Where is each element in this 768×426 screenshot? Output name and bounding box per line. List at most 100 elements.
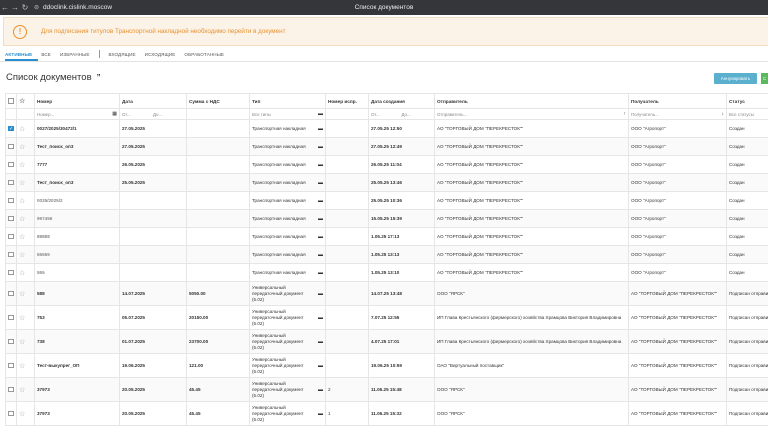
row-checkbox[interactable] [8, 291, 14, 297]
document-icon[interactable]: ▬ [318, 252, 323, 258]
row-checkbox[interactable] [8, 252, 14, 258]
col-fix-number[interactable]: Номер испр. [326, 94, 369, 109]
star-icon[interactable]: ☆ [19, 315, 25, 322]
annul-button[interactable]: Аннулировать [714, 73, 757, 84]
table-row[interactable]: ☆997456Транспортная накладная▬15.05.25 1… [6, 210, 768, 228]
star-icon[interactable]: ☆ [19, 411, 25, 418]
status-filter[interactable]: Все статусы [727, 109, 768, 120]
star-icon[interactable]: ☆ [19, 270, 25, 277]
calendar-icon[interactable]: ▦ [112, 111, 117, 117]
forward-icon[interactable]: → [10, 3, 20, 12]
star-icon[interactable]: ☆ [19, 291, 25, 298]
star-icon[interactable]: ☆ [19, 387, 25, 394]
arrow-up-icon[interactable]: ↑ [624, 111, 627, 117]
sender-filter[interactable]: Отправитель...↑ [435, 109, 629, 120]
tab-all[interactable]: Все [41, 52, 51, 57]
row-checkbox[interactable] [8, 216, 14, 222]
arrow-down-icon[interactable]: ↓ [722, 111, 725, 117]
table-row[interactable]: ☆555Транспортная накладная▬1.05.25 13:10… [6, 264, 768, 282]
star-icon[interactable]: ☆ [19, 98, 25, 105]
star-icon[interactable]: ☆ [19, 144, 25, 151]
document-icon[interactable]: ▬ [318, 162, 323, 168]
col-created[interactable]: Дата создания [369, 94, 435, 109]
star-icon[interactable]: ☆ [19, 234, 25, 241]
star-icon[interactable]: ☆ [19, 216, 25, 223]
address-bar[interactable]: ddoclink.cislink.moscow [43, 4, 112, 11]
row-checkbox[interactable] [8, 387, 14, 393]
tab-outgoing[interactable]: Исходящие [145, 52, 176, 57]
document-icon[interactable]: ▬ [318, 234, 323, 240]
star-icon[interactable]: ☆ [19, 198, 25, 205]
document-icon[interactable]: ▬ [318, 315, 323, 321]
document-icon[interactable]: ▬ [318, 180, 323, 186]
created-filter[interactable]: От...До... [369, 109, 435, 120]
table-row[interactable]: ☆777726.05.2025Транспортная накладная▬26… [6, 156, 768, 174]
col-status[interactable]: Статус [727, 94, 768, 109]
row-checkbox[interactable] [8, 411, 14, 417]
table-row[interactable]: ☆3797320.05.202545.45Универсальный перед… [6, 378, 768, 402]
row-checkbox[interactable] [8, 363, 14, 369]
col-sender[interactable]: Отправитель [435, 94, 629, 109]
number-filter[interactable]: Номер...▦ [35, 109, 120, 120]
document-icon[interactable]: ▬ [318, 363, 323, 369]
fix-filter[interactable] [326, 109, 369, 120]
site-info-icon[interactable]: ⊜ [34, 4, 39, 11]
document-icon[interactable]: ▬ [318, 198, 323, 204]
row-checkbox[interactable] [8, 198, 14, 204]
row-checkbox[interactable] [8, 315, 14, 321]
col-number[interactable]: Номер [35, 94, 120, 109]
col-receiver[interactable]: Получатель [629, 94, 727, 109]
table-row[interactable]: ☆Тест-выкупрег_ОП19.06.2025121.00Универс… [6, 354, 768, 378]
row-checkbox[interactable] [8, 339, 14, 345]
document-icon[interactable]: ▬ [318, 387, 323, 393]
star-icon[interactable]: ☆ [19, 363, 25, 370]
star-icon[interactable]: ☆ [19, 180, 25, 187]
sum-filter[interactable] [187, 109, 250, 120]
table-row[interactable]: ☆0025/2025/2Транспортная накладная▬25.05… [6, 192, 768, 210]
star-icon[interactable]: ☆ [19, 339, 25, 346]
quote-icon[interactable]: ” [97, 73, 101, 82]
create-button[interactable]: С [761, 73, 768, 84]
table-row[interactable]: ☆Тест_поиск_оп327.05.2025Транспортная на… [6, 138, 768, 156]
table-row[interactable]: ☆3797320.05.202545.45Универсальный перед… [6, 402, 768, 426]
row-checkbox[interactable] [8, 234, 14, 240]
receiver-filter[interactable]: Получатель...↓ [629, 109, 727, 120]
row-checkbox[interactable] [8, 126, 14, 132]
table-row[interactable]: ☆0027/2025/30472/127.05.2025Транспортная… [6, 120, 768, 138]
document-icon[interactable]: ▬ [318, 126, 323, 132]
row-checkbox[interactable] [8, 270, 14, 276]
col-date[interactable]: Дата [120, 94, 187, 109]
reload-icon[interactable]: ↻ [20, 3, 30, 12]
select-all-checkbox[interactable] [8, 98, 14, 104]
table-row[interactable]: ☆73801.07.202523700.00Универсальный пере… [6, 330, 768, 354]
date-filter[interactable]: От...До... [120, 109, 187, 120]
tab-processed[interactable]: Обработанные [184, 52, 224, 57]
document-icon[interactable]: ▬ [318, 291, 323, 297]
folder-icon[interactable]: ▬ [318, 111, 323, 117]
row-checkbox[interactable] [8, 180, 14, 186]
back-icon[interactable]: ← [0, 3, 10, 12]
star-icon[interactable]: ☆ [19, 126, 25, 133]
tab-favorites[interactable]: Избранные [60, 52, 90, 57]
document-icon[interactable]: ▬ [318, 216, 323, 222]
star-icon[interactable]: ☆ [19, 162, 25, 169]
tab-active[interactable]: Активные [5, 52, 32, 57]
document-icon[interactable]: ▬ [318, 339, 323, 345]
table-row[interactable]: ☆75305.07.202520150.00Универсальный пере… [6, 306, 768, 330]
type-filter[interactable]: Все типы▬ [250, 109, 326, 120]
cell-created: 27.05.25 12:50 [369, 120, 435, 138]
table-row[interactable]: ☆55555Транспортная накладная▬1.05.25 13:… [6, 246, 768, 264]
cell-fix [326, 330, 369, 354]
col-type[interactable]: Тип [250, 94, 326, 109]
row-checkbox[interactable] [8, 144, 14, 150]
table-row[interactable]: ☆Тест_поиск_оп325.05.2025Транспортная на… [6, 174, 768, 192]
star-icon[interactable]: ☆ [19, 252, 25, 259]
row-checkbox[interactable] [8, 162, 14, 168]
document-icon[interactable]: ▬ [318, 270, 323, 276]
col-sum[interactable]: Сумма с НДС [187, 94, 250, 109]
table-row[interactable]: ☆58814.07.20255050.00Универсальный перед… [6, 282, 768, 306]
document-icon[interactable]: ▬ [318, 411, 323, 417]
table-row[interactable]: ☆88888Транспортная накладная▬1.05.25 17:… [6, 228, 768, 246]
tab-incoming[interactable]: Входящие [109, 52, 136, 57]
document-icon[interactable]: ▬ [318, 144, 323, 150]
